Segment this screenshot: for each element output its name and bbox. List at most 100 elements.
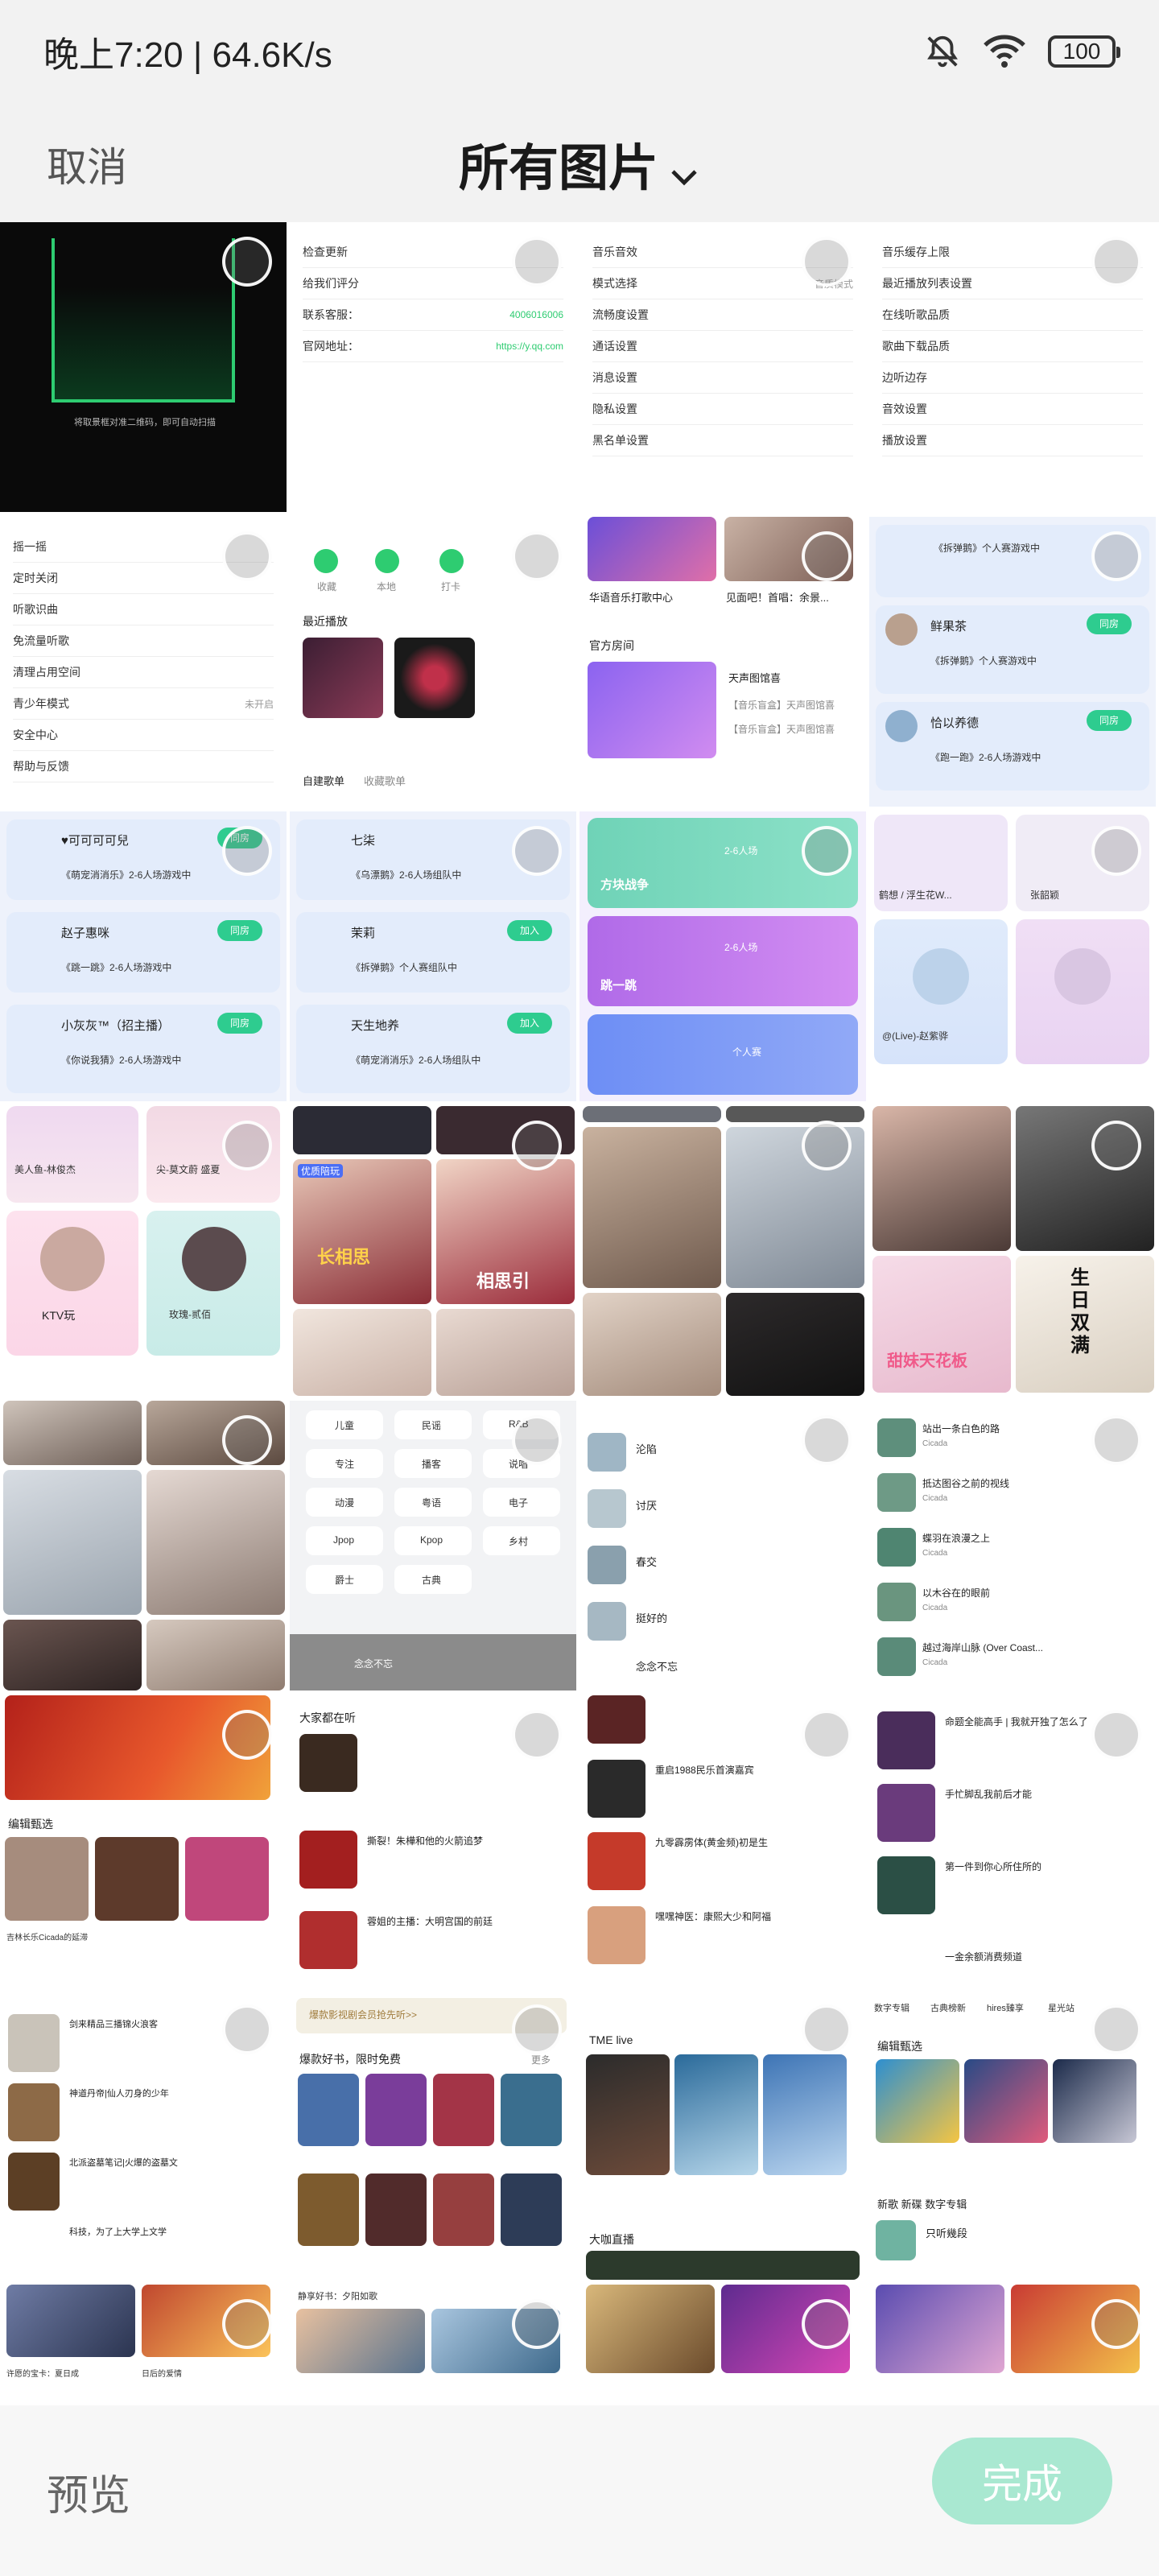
photo-tile [3,1620,142,1690]
podcast-title: 一金余额消费频道 [945,1951,1023,1963]
select-circle[interactable] [802,1710,852,1760]
settings-row: 流畅度设置 [592,299,853,331]
settings-row: 音效设置 [882,394,1143,425]
photo-thumbnail-16[interactable]: 甜妹天花板 生日双满 [869,1106,1156,1396]
photo-thumbnail-12[interactable]: 鹤想 / 浮生花W... 张韶颖 @(Live)-赵紫骅 [869,811,1156,1101]
select-circle[interactable] [1091,2004,1141,2054]
room-status: 《拆弹鹅》个人赛游戏中 [934,543,1041,554]
photo-thumbnail-18[interactable]: 儿童 民谣 R&B 专注 播客 说唱 动漫 粤语 电子 Jpop Kpop 乡村… [290,1401,576,1690]
select-circle[interactable] [222,237,272,287]
done-button[interactable]: 完成 [932,2438,1112,2524]
photo-tile [436,1309,575,1396]
podcast-cover [299,1831,357,1889]
photo-thumbnail-27[interactable]: TME live 大咖直播 [580,1990,866,2280]
preview-button[interactable]: 预览 [47,2462,130,2522]
photo-thumbnail-10[interactable]: 七柒 《乌漂鹅》2-6人场组队中 茉莉 加入 《拆弹鹅》个人赛组队中 天生地养 … [290,811,576,1101]
photo-thumbnail-26[interactable]: 爆款影视剧会员抢先听>> 爆款好书，限时免费 更多 [290,1990,576,2280]
select-circle[interactable] [1091,237,1141,287]
podcast-cover [877,1784,935,1842]
podcast-title: 手忙脚乱我前后才能 [945,1789,1033,1800]
select-circle[interactable] [512,1121,562,1170]
photo-thumbnail-3[interactable]: 音乐音效 模式选择 音质模式 流畅度设置 通话设置 消息设置 隐私设置 黑名单设置 [580,222,866,512]
select-circle[interactable] [802,1415,852,1465]
select-circle[interactable] [802,2004,852,2054]
select-circle[interactable] [512,826,562,876]
select-circle[interactable] [512,1710,562,1760]
select-circle[interactable] [222,826,272,876]
status-icons: 100 [924,33,1120,70]
photo-thumbnail-25[interactable]: 剑来精品三播锦火浪客 神道丹帝|仙人刃身的少年 北派盗墓笔记|火爆的盗墓文 科技… [0,1990,287,2280]
select-circle[interactable] [222,1710,272,1760]
podcast-cover [588,1695,645,1744]
select-circle[interactable] [222,2004,272,2054]
room-title: KTV玩 [42,1309,76,1322]
photo-thumbnail-23[interactable]: 重启1988民乐首演嘉宾 九零霹雳体(黄金频)初是生 嘿嘿神医：康熙大少和阿福 [580,1695,866,1985]
photo-thumbnail-13[interactable]: 美人鱼-林俊杰 尖-莫文蔚 盛夏 KTV玩 玫瑰-贰佰 [0,1106,287,1396]
select-circle[interactable] [802,531,852,581]
podcast-title: 撕裂！朱樺和他的火箭追梦 [367,1835,484,1847]
podcast-cover [588,1760,645,1818]
song-cover [877,1583,916,1621]
select-circle[interactable] [1091,1121,1141,1170]
section-title: 大家都在听 [299,1711,356,1724]
select-circle[interactable] [222,531,272,581]
join-button: 加入 [507,920,552,941]
song-artist: Cicada [922,1494,948,1503]
avatar [1054,948,1111,1005]
chevron-down-icon [668,143,700,200]
photo-tile [293,1309,431,1396]
photo-thumbnail-24[interactable]: 命题全能高手 | 我就开独了怎么了 手忙脚乱我前后才能 第一件到你心所住所的 一… [869,1695,1156,1985]
select-circle[interactable] [512,1415,562,1465]
join-button: 同房 [217,920,262,941]
photo-grid: 将取景框对准二维码，即可自动扫描 检查更新 给我们评分 联系客服： 4006016… [0,222,1159,2574]
select-circle[interactable] [1091,826,1141,876]
book-title: 剑来精品三播锦火浪客 [69,2020,158,2029]
photo-thumbnail-7[interactable]: 华语音乐打歌中心 见面吧！首唱：余景... 官方房间 天声图馆喜 【音乐盲盒】天… [580,517,866,807]
photo-thumbnail-8[interactable]: 《拆弹鹅》个人赛游戏中 鲜果茶 同房 《拆弹鹅》个人赛游戏中 恰以养德 同房 《… [869,517,1156,807]
photo-thumbnail-17[interactable] [0,1401,287,1690]
book-cover [365,2174,427,2246]
select-circle[interactable] [512,531,562,581]
video-title: 许愿的宝卡：夏日成 [6,2370,79,2379]
settings-row: 黑名单设置 [592,425,853,456]
select-circle[interactable] [1091,1710,1141,1760]
photo-thumbnail-22[interactable]: 大家都在听 撕裂！朱樺和他的火箭追梦 蓉姐的主播：大明宫国的前廷 [290,1695,576,1985]
photo-thumbnail-2[interactable]: 检查更新 给我们评分 联系客服： 4006016006 官网地址： https://… [290,222,576,512]
select-circle[interactable] [802,2299,852,2349]
select-circle[interactable] [1091,1415,1141,1465]
podcast-title: 第一件到你心所住所的 [945,1861,1042,1872]
photo-thumbnail-19[interactable]: 沦陷 讨厌 春交 挺好的 念念不忘 [580,1401,866,1690]
select-circle[interactable] [222,1415,272,1465]
room-cover [588,662,716,758]
book-cover [8,2153,60,2211]
select-circle[interactable] [1091,531,1141,581]
room-title: 美人鱼-林俊杰 [14,1164,76,1175]
tab: hires臻享 [987,2004,1024,2013]
photo-thumbnail-4[interactable]: 音乐缓存上限 最近播放列表设置 在线听歌品质 歌曲下载品质 边听边存 音效设置 … [869,222,1156,512]
select-circle[interactable] [512,2299,562,2349]
status-bar: 晚上7:20 | 64.6K/s 100 [0,0,1159,103]
select-circle[interactable] [512,237,562,287]
photo-tile [146,1470,285,1615]
photo-thumbnail-14[interactable]: 长相思 相思引 优质陪玩 [290,1106,576,1396]
photo-thumbnail-9[interactable]: ♥可可可可兒 同房 《萌宠消消乐》2-6人场游戏中 赵子惠咪 同房 《跳一跳》2… [0,811,287,1101]
podcast-cover [877,1856,935,1914]
photo-thumbnail-20[interactable]: 站出一条白色的路 Cicada 抵达图谷之前的视线 Cicada 蝶羽在浪漫之上… [869,1401,1156,1690]
select-circle[interactable] [802,826,852,876]
photo-thumbnail-1[interactable]: 将取景框对准二维码，即可自动扫描 [0,222,287,512]
photo-thumbnail-6[interactable]: 收藏 本地 打卡 最近播放 自建歌单 收藏歌单 [290,517,576,807]
book-cover [501,2174,562,2246]
select-circle[interactable] [1091,2299,1141,2349]
album-selector[interactable]: 所有图片 [0,127,1159,200]
select-circle[interactable] [802,1121,852,1170]
photo-thumbnail-5[interactable]: 摇一摇 定时关闭 听歌识曲 免流量听歌 清理占用空间 青少年模式 未开启 安全中心… [0,517,287,807]
select-circle[interactable] [222,2299,272,2349]
photo-thumbnail-28[interactable]: 数字专辑 古典榜新 hires臻享 星光站 编辑甄选 新歌 新碟 数字专辑 只听… [869,1990,1156,2280]
select-circle[interactable] [222,1121,272,1170]
select-circle[interactable] [802,237,852,287]
select-circle[interactable] [512,2004,562,2054]
photo-thumbnail-15[interactable] [580,1106,866,1396]
song-title: 越过海岸山脉 (Over Coast... [922,1642,1044,1653]
photo-thumbnail-11[interactable]: 方块战争 2-6人场 跳一跳 2-6人场 个人赛 [580,811,866,1101]
photo-thumbnail-21[interactable]: 编辑甄选 吉林长乐Cicada的延滞 [0,1695,287,1985]
